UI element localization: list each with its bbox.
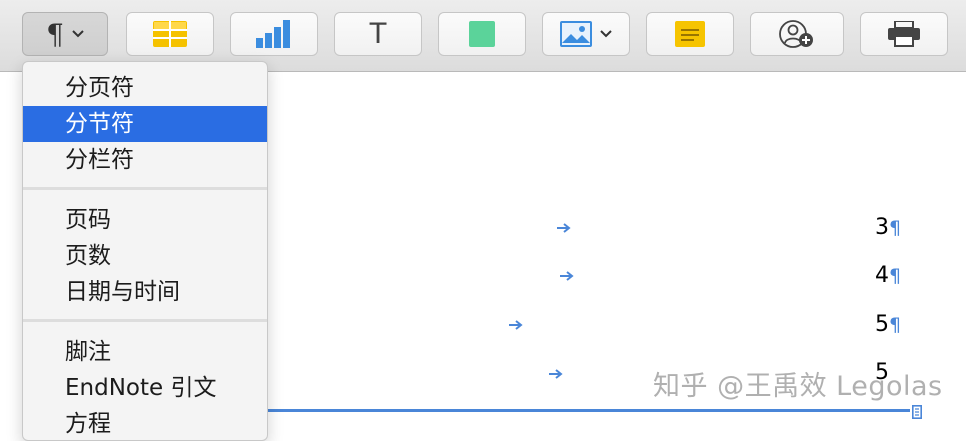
tab-arrow-icon bbox=[560, 271, 574, 281]
print-button[interactable] bbox=[860, 12, 948, 56]
toc-page-number: 5¶ bbox=[875, 312, 902, 337]
menu-separator bbox=[23, 319, 267, 322]
section-break-icon bbox=[912, 405, 922, 419]
menu-item-page-break[interactable]: 分页符 bbox=[23, 70, 267, 106]
menu-item-column-break[interactable]: 分栏符 bbox=[23, 142, 267, 178]
watermark: 知乎 @王禹效 Legolas bbox=[653, 371, 943, 402]
tab-arrow-icon bbox=[509, 320, 523, 330]
image-icon bbox=[560, 21, 592, 47]
media-button[interactable] bbox=[542, 12, 630, 56]
table-button[interactable] bbox=[126, 12, 214, 56]
pilcrow-mark: ¶ bbox=[889, 314, 902, 336]
collaborate-button[interactable] bbox=[750, 12, 844, 56]
menu-item-equation[interactable]: 方程 bbox=[23, 406, 267, 440]
comment-button[interactable] bbox=[646, 12, 734, 56]
square-shape-icon bbox=[469, 21, 495, 47]
sticky-note-icon bbox=[675, 21, 705, 47]
shape-button[interactable] bbox=[438, 12, 526, 56]
menu-item-section-break[interactable]: 分节符 bbox=[23, 106, 267, 142]
pilcrow-mark: ¶ bbox=[889, 265, 902, 287]
chart-button[interactable] bbox=[230, 12, 318, 56]
menu-item-page-number[interactable]: 页码 bbox=[23, 202, 267, 238]
table-icon bbox=[153, 21, 187, 47]
menu-item-footnote[interactable]: 脚注 bbox=[23, 334, 267, 370]
toc-page-number: 4¶ bbox=[875, 263, 902, 288]
bar-chart-icon bbox=[256, 20, 290, 48]
paragraph-format-button[interactable]: ¶ bbox=[22, 12, 108, 56]
menu-item-endnote-citation[interactable]: EndNote 引文 bbox=[23, 370, 267, 406]
tab-arrow-icon bbox=[557, 223, 571, 233]
tab-arrow-icon bbox=[549, 369, 563, 379]
add-person-icon bbox=[779, 20, 813, 48]
text-box-button[interactable]: T bbox=[334, 12, 422, 56]
insert-menu: 分页符 分节符 分栏符 页码 页数 日期与时间 脚注 EndNote 引文 方程 bbox=[22, 61, 268, 441]
text-icon: T bbox=[368, 17, 388, 50]
menu-separator bbox=[23, 187, 267, 190]
pilcrow-mark: ¶ bbox=[889, 217, 902, 239]
section-break-line bbox=[268, 409, 910, 412]
printer-icon bbox=[888, 21, 920, 47]
chevron-down-icon bbox=[600, 30, 612, 38]
pilcrow-icon: ¶ bbox=[46, 17, 64, 51]
toc-page-number: 3¶ bbox=[875, 215, 902, 240]
menu-item-page-count[interactable]: 页数 bbox=[23, 238, 267, 274]
menu-item-date-time[interactable]: 日期与时间 bbox=[23, 274, 267, 310]
chevron-down-icon bbox=[72, 30, 84, 38]
